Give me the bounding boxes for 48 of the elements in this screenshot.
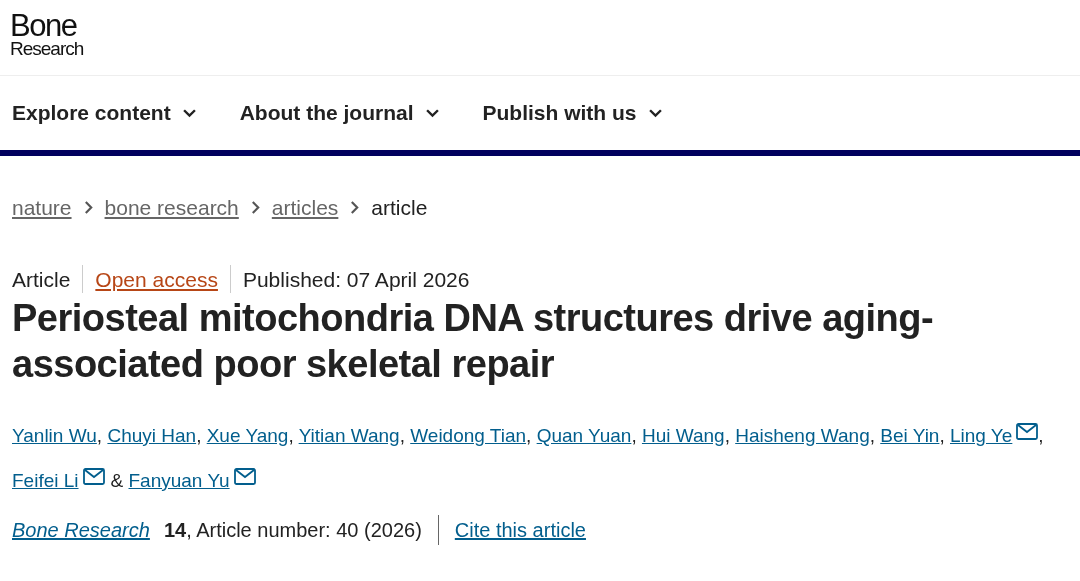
author-link[interactable]: Yanlin Wu: [12, 425, 97, 446]
author-separator: ,: [631, 425, 637, 446]
chevron-down-icon: [182, 108, 196, 118]
breadcrumb-link[interactable]: nature: [12, 192, 72, 224]
author-separator: ,: [939, 425, 945, 446]
chevron-right-icon: [83, 201, 93, 215]
author-link[interactable]: Ling Ye: [950, 425, 1039, 446]
author-separator: ,: [724, 425, 730, 446]
author-link[interactable]: Fanyuan Yu: [128, 470, 256, 491]
author-link[interactable]: Weidong Tian: [410, 425, 527, 446]
nav-menu-button[interactable]: Explore content: [12, 97, 196, 129]
author-link[interactable]: Feifei Li: [12, 470, 105, 491]
chevron-down-icon: [648, 108, 662, 118]
article-type: Article: [12, 266, 71, 293]
author-separator: ,: [399, 425, 405, 446]
author-separator: ,: [869, 425, 875, 446]
author-link[interactable]: Quan Yuan: [536, 425, 632, 446]
author-link[interactable]: Bei Yin: [880, 425, 940, 446]
mail-icon[interactable]: [233, 468, 256, 485]
article-number: , Article number: 40 (2026): [186, 518, 422, 543]
author-separator: ,: [96, 425, 103, 446]
journal-link[interactable]: Bone Research: [12, 515, 150, 545]
breadcrumb-link[interactable]: bone research: [104, 192, 239, 224]
breadcrumb-link[interactable]: articles: [271, 192, 339, 224]
author-link[interactable]: Chuyi Han: [107, 425, 197, 446]
nav-menu-button[interactable]: About the journal: [239, 97, 439, 129]
chevron-down-icon: [425, 108, 439, 118]
author-link[interactable]: Hui Wang: [641, 425, 725, 446]
mail-icon[interactable]: [1016, 423, 1039, 440]
mail-icon[interactable]: [82, 468, 105, 485]
author-link[interactable]: Yitian Wang: [298, 425, 400, 446]
author-separator: ,: [196, 425, 202, 446]
author-separator: ,: [526, 425, 532, 446]
open-access-link[interactable]: Open access: [95, 263, 218, 295]
breadcrumb-current: article: [371, 195, 428, 221]
author-link[interactable]: Xue Yang: [206, 425, 289, 446]
article-title: Periosteal mitochondria DNA structures drive aging-associated poor skeletal repair: [11, 296, 935, 387]
author-separator: ,: [1038, 425, 1044, 446]
author-link[interactable]: Haisheng Wang: [735, 425, 870, 446]
chevron-right-icon: [250, 201, 260, 215]
nav-menu-button[interactable]: Publish with us: [482, 97, 662, 129]
journal-logo[interactable]: Bone Research: [10, 12, 84, 58]
author-separator: ,: [288, 425, 294, 446]
cite-article-link[interactable]: Cite this article: [454, 515, 586, 545]
volume-number: 14: [163, 518, 187, 543]
published-date: Published: 07 April 2026: [242, 266, 470, 293]
chevron-right-icon: [350, 201, 360, 215]
author-separator: &: [110, 470, 124, 491]
